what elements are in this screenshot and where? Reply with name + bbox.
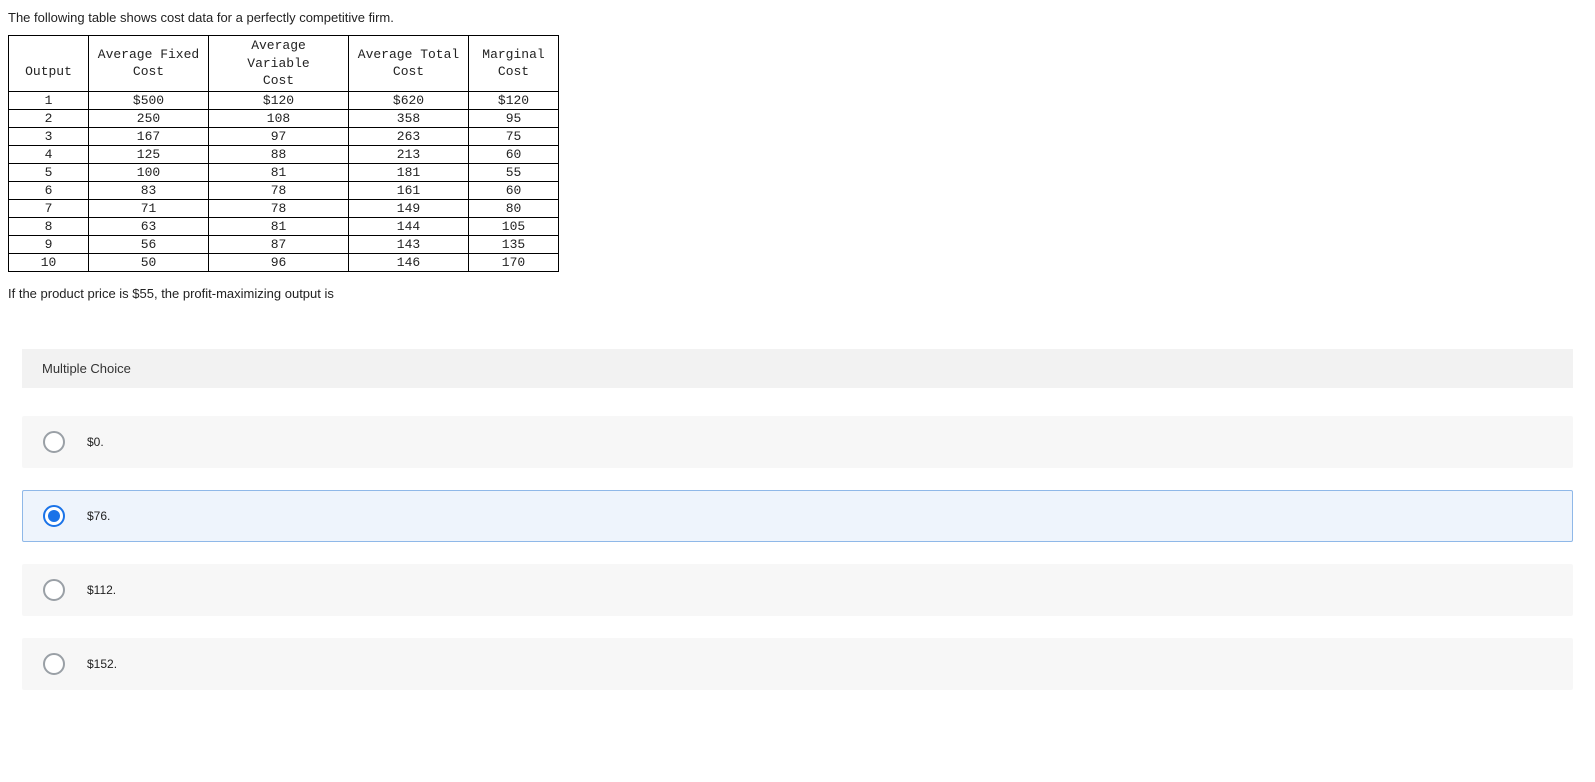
- cell-afc: 100: [89, 163, 209, 181]
- table-row: 41258821360: [9, 145, 559, 163]
- cell-out: 1: [9, 91, 89, 109]
- cell-mc: 55: [469, 163, 559, 181]
- mc-title: Multiple Choice: [22, 349, 1573, 388]
- cell-afc: 250: [89, 109, 209, 127]
- cell-avc: 96: [209, 253, 349, 271]
- cell-mc: 60: [469, 145, 559, 163]
- mc-option-label: $112.: [87, 583, 116, 597]
- cell-mc: 60: [469, 181, 559, 199]
- cell-out: 4: [9, 145, 89, 163]
- cell-avc: 88: [209, 145, 349, 163]
- cell-mc: 105: [469, 217, 559, 235]
- cell-atc: 149: [349, 199, 469, 217]
- cell-avc: 108: [209, 109, 349, 127]
- th-mc: MarginalCost: [469, 36, 559, 92]
- cell-afc: 71: [89, 199, 209, 217]
- cell-avc: 81: [209, 163, 349, 181]
- cell-atc: 181: [349, 163, 469, 181]
- cell-out: 9: [9, 235, 89, 253]
- table-row: 86381144105: [9, 217, 559, 235]
- cell-atc: 146: [349, 253, 469, 271]
- cell-mc: $120: [469, 91, 559, 109]
- table-row: 225010835895: [9, 109, 559, 127]
- cell-afc: 83: [89, 181, 209, 199]
- cell-out: 8: [9, 217, 89, 235]
- cell-avc: 97: [209, 127, 349, 145]
- question-intro: The following table shows cost data for …: [8, 10, 1587, 25]
- cell-out: 3: [9, 127, 89, 145]
- cell-out: 10: [9, 253, 89, 271]
- cell-out: 6: [9, 181, 89, 199]
- cell-atc: 213: [349, 145, 469, 163]
- cell-atc: 358: [349, 109, 469, 127]
- cell-afc: 56: [89, 235, 209, 253]
- cell-mc: 135: [469, 235, 559, 253]
- cell-atc: $620: [349, 91, 469, 109]
- cell-afc: $500: [89, 91, 209, 109]
- mc-option[interactable]: $0.: [22, 416, 1573, 468]
- cell-avc: 78: [209, 181, 349, 199]
- table-row: 95687143135: [9, 235, 559, 253]
- cell-mc: 75: [469, 127, 559, 145]
- table-row: 31679726375: [9, 127, 559, 145]
- cell-avc: 87: [209, 235, 349, 253]
- mc-option[interactable]: $76.: [22, 490, 1573, 542]
- radio-icon[interactable]: [43, 579, 65, 601]
- cell-out: 5: [9, 163, 89, 181]
- cell-out: 2: [9, 109, 89, 127]
- table-row: 6837816160: [9, 181, 559, 199]
- cell-mc: 80: [469, 199, 559, 217]
- cell-atc: 161: [349, 181, 469, 199]
- mc-option-label: $152.: [87, 657, 117, 671]
- cost-table: Output Average FixedCost Average Variabl…: [8, 35, 559, 272]
- radio-icon[interactable]: [43, 653, 65, 675]
- cell-mc: 95: [469, 109, 559, 127]
- multiple-choice-block: Multiple Choice $0. $76. $112. $152.: [22, 349, 1573, 690]
- cell-avc: 81: [209, 217, 349, 235]
- th-output: Output: [9, 36, 89, 92]
- table-row: 1$500$120$620$120: [9, 91, 559, 109]
- th-avc: Average VariableCost: [209, 36, 349, 92]
- table-row: 7717814980: [9, 199, 559, 217]
- cell-afc: 125: [89, 145, 209, 163]
- question-text: If the product price is $55, the profit-…: [8, 286, 1587, 301]
- th-atc: Average TotalCost: [349, 36, 469, 92]
- radio-icon[interactable]: [43, 431, 65, 453]
- th-afc: Average FixedCost: [89, 36, 209, 92]
- cell-atc: 143: [349, 235, 469, 253]
- cell-afc: 63: [89, 217, 209, 235]
- table-row: 105096146170: [9, 253, 559, 271]
- radio-icon[interactable]: [43, 505, 65, 527]
- cell-afc: 167: [89, 127, 209, 145]
- mc-option[interactable]: $112.: [22, 564, 1573, 616]
- mc-option-label: $0.: [87, 435, 104, 449]
- cell-mc: 170: [469, 253, 559, 271]
- cell-avc: 78: [209, 199, 349, 217]
- cell-out: 7: [9, 199, 89, 217]
- table-row: 51008118155: [9, 163, 559, 181]
- mc-option[interactable]: $152.: [22, 638, 1573, 690]
- mc-option-label: $76.: [87, 509, 110, 523]
- cell-avc: $120: [209, 91, 349, 109]
- cell-atc: 144: [349, 217, 469, 235]
- cell-atc: 263: [349, 127, 469, 145]
- cell-afc: 50: [89, 253, 209, 271]
